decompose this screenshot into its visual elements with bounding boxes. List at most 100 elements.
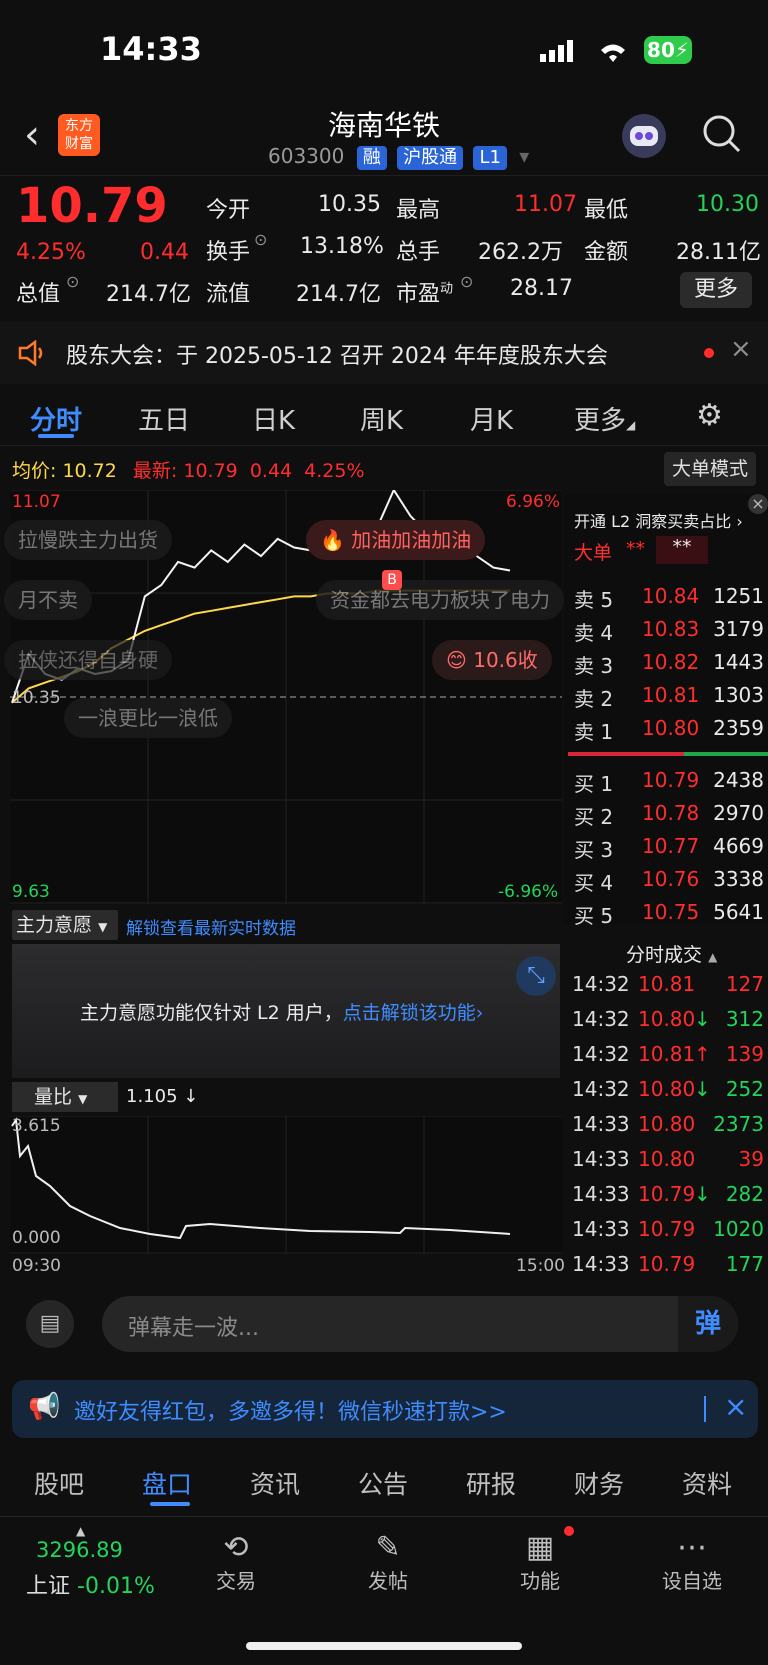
trade-time: 14:32 [572, 1042, 630, 1066]
battery-level: 80 [647, 38, 675, 62]
pe-sup: 动 [440, 281, 454, 297]
tab-finance[interactable]: 财务 [574, 1465, 624, 1501]
danmaku-text: 10.6收 [473, 648, 538, 672]
info-icon[interactable]: ⊙ [254, 230, 267, 249]
dock-post[interactable]: ✎ 发帖 [338, 1530, 438, 1594]
ask-row[interactable]: 卖 4 10.83 3179 [574, 617, 764, 647]
tab-guba[interactable]: 股吧 [34, 1465, 84, 1501]
volume-ratio-dropdown[interactable]: 量比 ▼ [12, 1082, 118, 1112]
trade-price: 10.80 [638, 1112, 696, 1136]
signal-icon [540, 40, 574, 62]
invite-divider [704, 1396, 706, 1422]
buy-marker-icon[interactable]: B [382, 570, 402, 590]
invite-banner[interactable]: 📢 邀好友得红包，多邀多得！微信秒速打款>> × [12, 1380, 758, 1438]
danmaku-btn-label: 弹 [694, 1309, 721, 1339]
danmaku-settings-icon[interactable]: ▤ [26, 1300, 74, 1348]
bid-row[interactable]: 买 3 10.77 4669 [574, 834, 764, 864]
avg-label: 均价: [12, 460, 57, 482]
chevron-down-icon: ▾ [519, 144, 530, 168]
latest-change: 0.44 [249, 460, 293, 482]
danmaku-bubble: 拉慢跌主力出货 [4, 520, 172, 560]
trade-qty: 282 [725, 1182, 764, 1206]
tab-more[interactable]: 更多◢ [574, 400, 635, 437]
dock-trade[interactable]: ⟲ 交易 [186, 1530, 286, 1594]
stock-code-row[interactable]: 603300 融 沪股通 L1 ▾ [268, 144, 529, 170]
unlock-feature-link[interactable]: 点击解锁该功能 [343, 1002, 476, 1024]
bid-label: 买 3 [574, 838, 614, 862]
status-time: 14:33 [100, 30, 202, 68]
amount-value: 28.11亿 [676, 240, 761, 265]
robot-assistant-icon[interactable] [622, 114, 666, 158]
orderbook-close-icon[interactable]: × [748, 494, 768, 514]
trade-price: 10.81 [638, 972, 696, 996]
notice-banner[interactable]: 股东大会：于 2025-05-12 召开 2024 年年度股东大会 × [0, 322, 768, 384]
ask-qty: 2359 [713, 716, 764, 740]
bid-row[interactable]: 买 5 10.75 5641 [574, 900, 764, 930]
danmaku-bubble: 拉侠还得自身硬 [4, 640, 172, 680]
ask-row[interactable]: 卖 2 10.81 1303 [574, 683, 764, 713]
danmaku-bubble: 一浪更比一浪低 [64, 698, 232, 738]
trade-row: 14:33 10.80 2373 [572, 1112, 764, 1142]
bid-row[interactable]: 买 1 10.79 2438 [574, 768, 764, 798]
more-button[interactable]: 更多 [680, 272, 752, 308]
bid-qty: 2970 [713, 801, 764, 825]
tab-five-day[interactable]: 五日 [138, 400, 190, 437]
ask-label: 卖 4 [574, 621, 614, 645]
trade-qty: 127 [725, 972, 764, 996]
trade-arrow: ↑ [694, 1042, 711, 1066]
expand-icon[interactable]: ⤡ [516, 956, 556, 996]
volume-ratio-chart[interactable] [10, 1116, 562, 1254]
latest-label: 最新: [132, 460, 178, 482]
ask-row[interactable]: 卖 3 10.82 1443 [574, 650, 764, 680]
dock-functions[interactable]: ▦ 功能 [490, 1530, 590, 1594]
invite-text: 邀好友得红包，多邀多得！微信秒速打款>> [74, 1400, 507, 1425]
main-force-label: 主力意愿 [16, 914, 93, 936]
tab-panko[interactable]: 盘口 [142, 1465, 192, 1501]
amount-label: 金额 [584, 240, 629, 265]
big-order-mode-button[interactable]: 大单模式 [664, 452, 756, 486]
ask-row[interactable]: 卖 5 10.84 1251 [574, 584, 764, 614]
l2-insight-link[interactable]: 开通 L2 洞察买卖占比 › [574, 508, 743, 532]
vr-top-label: 3.615 [12, 1116, 61, 1136]
tab-profile[interactable]: 资料 [682, 1465, 732, 1501]
ask-row[interactable]: 卖 1 10.80 2359 [574, 716, 764, 746]
info-icon[interactable]: ⊙ [460, 272, 473, 291]
tab-news[interactable]: 资讯 [250, 1465, 300, 1501]
dock-post-label: 发帖 [368, 1569, 408, 1593]
unlock-realtime-link[interactable]: 解锁查看最新实时数据 [126, 914, 296, 939]
search-icon[interactable] [702, 114, 742, 158]
bottom-tab-indicator [150, 1502, 190, 1506]
trade-arrow: ↓ [694, 1077, 711, 1101]
invite-close-icon[interactable]: × [724, 1390, 747, 1423]
ask-qty: 1303 [713, 683, 764, 707]
open-value: 10.35 [318, 192, 381, 217]
comment-input[interactable]: 弹幕走一波... 弹 [102, 1296, 738, 1352]
up-arrow-icon: ▲ [76, 1524, 86, 1538]
notice-text: 股东大会：于 2025-05-12 召开 2024 年年度股东大会 [66, 344, 608, 369]
tab-announcements[interactable]: 公告 [358, 1465, 408, 1501]
latest-pct: 4.25% [304, 460, 365, 482]
close-icon[interactable]: × [730, 334, 752, 364]
high-value: 11.07 [514, 192, 577, 217]
tab-monthly-k[interactable]: 月K [470, 400, 513, 437]
ask-label: 卖 5 [574, 588, 614, 612]
main-force-dropdown[interactable]: 主力意愿 ▼ [12, 910, 118, 940]
tab-daily-k[interactable]: 日K [252, 400, 295, 437]
info-icon[interactable]: ⊙ [66, 272, 79, 291]
bid-row[interactable]: 买 4 10.76 3338 [574, 867, 764, 897]
bid-row[interactable]: 买 2 10.78 2970 [574, 801, 764, 831]
gear-icon[interactable]: ⚙ [696, 398, 723, 433]
trades-title[interactable]: 分时成交 ▲ [626, 940, 717, 967]
danmaku-text: 加油加油加油 [351, 528, 472, 552]
danmaku-toggle-button[interactable]: 弹 [678, 1296, 738, 1352]
ask-price: 10.81 [642, 683, 700, 707]
tab-research[interactable]: 研报 [466, 1465, 516, 1501]
trade-row: 14:32 10.81 ↑ 139 [572, 1042, 764, 1072]
dock-add-watchlist[interactable]: ⋯ 设自选 [642, 1530, 742, 1594]
axis-bottom-pct: -6.96% [498, 882, 559, 902]
tab-intraday[interactable]: 分时 [30, 400, 82, 437]
tab-weekly-k[interactable]: 周K [360, 400, 403, 437]
pe-value: 28.17 [510, 276, 573, 301]
trade-time: 14:33 [572, 1112, 630, 1136]
axis-top-price: 11.07 [12, 492, 61, 512]
